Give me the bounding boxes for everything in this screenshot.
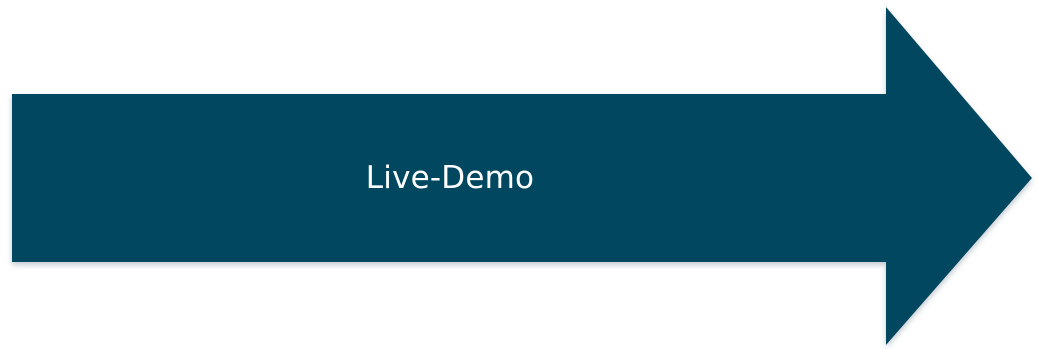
diagram-canvas: Live-Demo xyxy=(0,0,1038,349)
arrow-label: Live-Demo xyxy=(365,160,535,196)
